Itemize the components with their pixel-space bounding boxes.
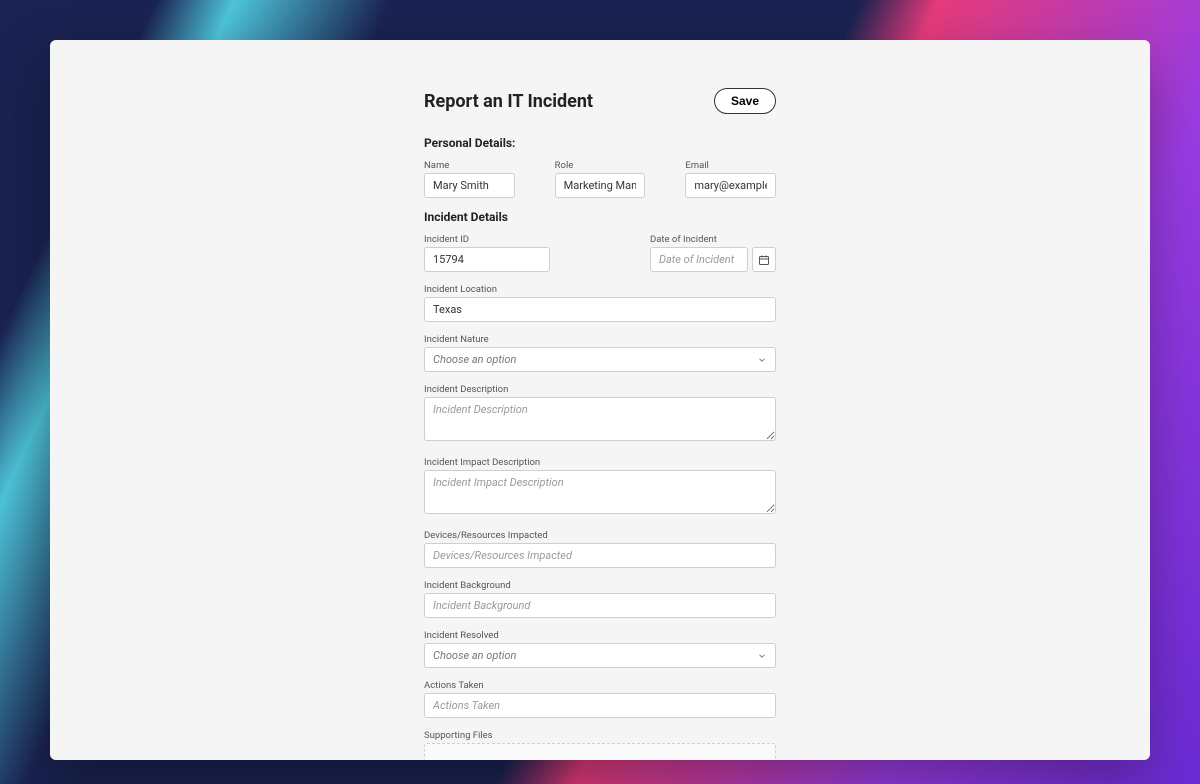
- nature-wrap: Incident Nature Choose an option: [424, 334, 776, 372]
- background-label: Incident Background: [424, 580, 776, 591]
- description-label: Incident Description: [424, 384, 776, 395]
- personal-row: Name Role Email: [424, 160, 776, 198]
- impact-label: Incident Impact Description: [424, 457, 776, 468]
- location-wrap: Incident Location: [424, 284, 776, 322]
- files-wrap: Supporting Files Drag and drop your: [424, 730, 776, 760]
- files-label: Supporting Files: [424, 730, 776, 741]
- incident-id-input: [424, 247, 550, 272]
- date-label: Date of Incident: [650, 234, 776, 245]
- impact-textarea[interactable]: [424, 470, 776, 514]
- calendar-icon: [758, 254, 770, 266]
- role-field-wrap: Role: [555, 160, 646, 198]
- location-label: Incident Location: [424, 284, 776, 295]
- description-textarea[interactable]: [424, 397, 776, 441]
- name-field-wrap: Name: [424, 160, 515, 198]
- incident-id-wrap: Incident ID: [424, 234, 550, 272]
- resolved-label: Incident Resolved: [424, 630, 776, 641]
- save-button[interactable]: Save: [714, 88, 776, 114]
- chevron-down-icon: [757, 355, 767, 365]
- background-wrap: Incident Background: [424, 580, 776, 618]
- page-title: Report an IT Incident: [424, 91, 593, 112]
- name-label: Name: [424, 160, 515, 171]
- app-window: Report an IT Incident Save Personal Deta…: [50, 40, 1150, 760]
- file-dropzone[interactable]: Drag and drop your file Select a file to…: [424, 743, 776, 760]
- actions-wrap: Actions Taken: [424, 680, 776, 718]
- section-incident-title: Incident Details: [424, 210, 776, 224]
- email-field-wrap: Email: [685, 160, 776, 198]
- actions-input[interactable]: [424, 693, 776, 718]
- location-input[interactable]: [424, 297, 776, 322]
- header-row: Report an IT Incident Save: [424, 88, 776, 114]
- date-wrap: Date of Incident: [650, 234, 776, 272]
- background-input[interactable]: [424, 593, 776, 618]
- devices-wrap: Devices/Resources Impacted: [424, 530, 776, 568]
- resolved-select[interactable]: Choose an option: [424, 643, 776, 668]
- devices-input[interactable]: [424, 543, 776, 568]
- resolved-wrap: Incident Resolved Choose an option: [424, 630, 776, 668]
- role-input[interactable]: [555, 173, 646, 198]
- role-label: Role: [555, 160, 646, 171]
- nature-select[interactable]: Choose an option: [424, 347, 776, 372]
- email-input[interactable]: [685, 173, 776, 198]
- scroll-area[interactable]: Report an IT Incident Save Personal Deta…: [50, 40, 1150, 760]
- name-input[interactable]: [424, 173, 515, 198]
- chevron-down-icon: [757, 651, 767, 661]
- resolved-select-value: Choose an option: [433, 649, 516, 662]
- actions-label: Actions Taken: [424, 680, 776, 691]
- form-container: Report an IT Incident Save Personal Deta…: [424, 40, 776, 760]
- nature-select-value: Choose an option: [433, 353, 516, 366]
- date-input[interactable]: [650, 247, 748, 272]
- description-wrap: Incident Description: [424, 384, 776, 445]
- calendar-button[interactable]: [752, 247, 776, 272]
- section-personal-title: Personal Details:: [424, 136, 776, 150]
- email-label: Email: [685, 160, 776, 171]
- nature-label: Incident Nature: [424, 334, 776, 345]
- incident-id-date-row: Incident ID Date of Incident: [424, 234, 776, 272]
- incident-id-label: Incident ID: [424, 234, 550, 245]
- devices-label: Devices/Resources Impacted: [424, 530, 776, 541]
- impact-wrap: Incident Impact Description: [424, 457, 776, 518]
